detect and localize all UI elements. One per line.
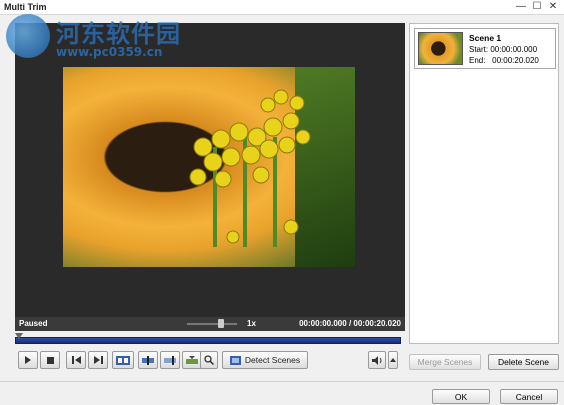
video-flowers-image (189, 89, 311, 247)
scene-list-item[interactable]: Scene 1 Start: 00:00:00.000 End: 00:00:2… (414, 28, 556, 69)
mark-out-icon (164, 355, 176, 365)
trim-icon (186, 355, 198, 364)
previous-frame-button[interactable] (66, 351, 86, 369)
footer-divider (0, 381, 564, 382)
volume-dropdown-button[interactable] (388, 351, 398, 369)
video-frame (63, 67, 355, 267)
stop-button[interactable] (40, 351, 60, 369)
scene-thumbnail (418, 32, 463, 65)
detect-scenes-icon (229, 355, 241, 365)
volume-button[interactable] (368, 351, 386, 369)
delete-scene-button[interactable]: Delete Scene (488, 354, 559, 370)
mark-out-button[interactable] (160, 351, 180, 369)
trim-button[interactable] (182, 351, 202, 369)
magnifier-icon (204, 355, 214, 365)
detect-scenes-label: Detect Scenes (244, 355, 301, 365)
total-time: 00:00:20.020 (353, 319, 401, 328)
seek-handle[interactable] (15, 333, 23, 339)
play-icon (25, 356, 31, 364)
scene-list-panel: Scene 1 Start: 00:00:00.000 End: 00:00:2… (409, 23, 559, 344)
speaker-icon (371, 355, 381, 365)
seek-track[interactable] (15, 337, 401, 344)
player-status-bar: Paused 1x 00:00:00.000 / 00:00:20.020 (15, 317, 405, 331)
title-bar: Multi Trim — ☐ ✕ (0, 0, 564, 15)
scene-start-time: Start: 00:00:00.000 (469, 45, 538, 54)
previous-frame-icon (71, 356, 81, 364)
mark-in-icon (142, 355, 154, 365)
play-button[interactable] (18, 351, 38, 369)
close-button[interactable]: ✕ (546, 1, 560, 12)
next-frame-button[interactable] (88, 351, 108, 369)
time-separator: / (348, 319, 352, 328)
current-time: 00:00:00.000 (299, 319, 347, 328)
window-title: Multi Trim (4, 2, 47, 12)
minimize-button[interactable]: — (514, 1, 528, 12)
speed-slider-handle[interactable] (218, 319, 224, 328)
scene-name: Scene 1 (469, 33, 502, 43)
time-readout: 00:00:00.000 / 00:00:20.020 (299, 319, 401, 328)
video-preview[interactable] (15, 23, 405, 317)
ok-button[interactable]: OK (432, 389, 490, 404)
cancel-button[interactable]: Cancel (500, 389, 558, 404)
speed-value: 1x (247, 319, 256, 328)
window-controls: — ☐ ✕ (514, 1, 560, 12)
detect-scenes-button[interactable]: Detect Scenes (222, 351, 308, 369)
stop-icon (46, 356, 54, 364)
merge-scenes-button[interactable]: Merge Scenes (409, 354, 481, 370)
seek-bar[interactable] (15, 333, 405, 344)
mark-in-button[interactable] (138, 351, 158, 369)
next-frame-icon (93, 356, 103, 364)
split-scene-button[interactable] (112, 351, 134, 369)
maximize-button[interactable]: ☐ (530, 1, 544, 12)
playback-status: Paused (19, 319, 48, 328)
chevron-up-icon (390, 358, 396, 362)
speed-slider-track[interactable] (187, 323, 237, 325)
zoom-button[interactable] (200, 351, 218, 369)
film-split-icon (116, 355, 130, 365)
scene-end-time: End: 00:00:20.020 (469, 56, 539, 65)
